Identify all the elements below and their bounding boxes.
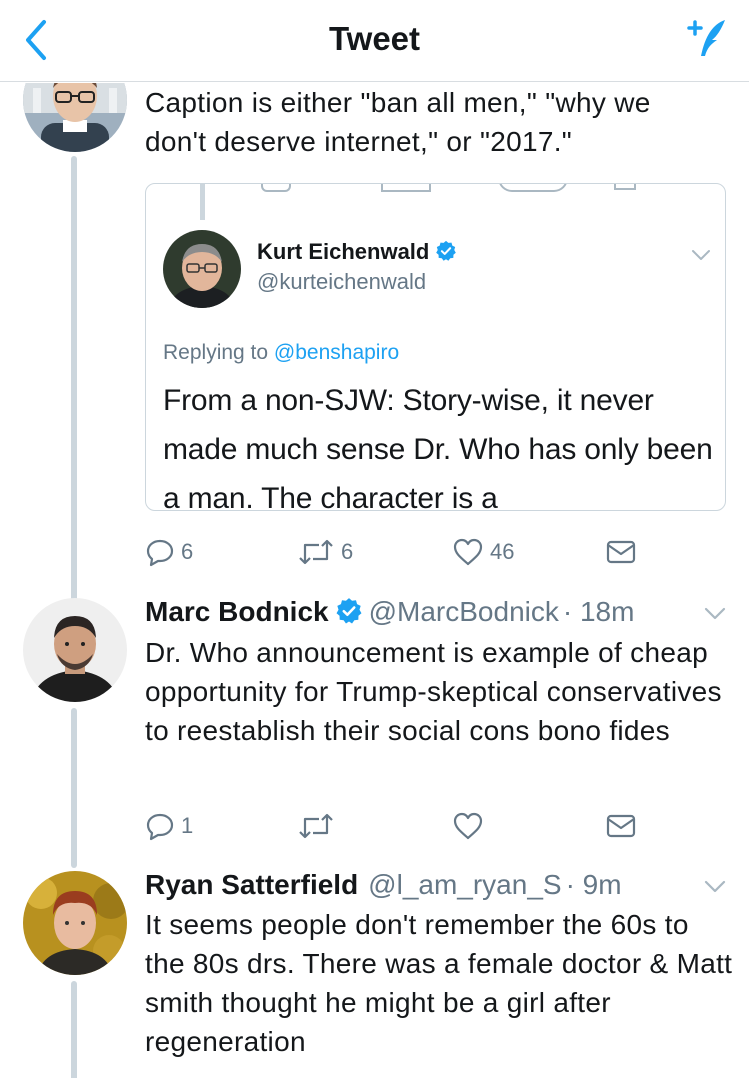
direct-message-button[interactable] [605, 806, 637, 846]
reply-button[interactable]: 6 [145, 532, 193, 572]
chevron-down-icon[interactable] [703, 879, 727, 895]
tweet-timestamp: · 18m [562, 596, 635, 627]
cut-off-action-row [498, 184, 568, 192]
navigation-bar: Tweet [0, 0, 749, 82]
quoted-tweet-card[interactable]: Kurt Eichenwald @kurteichenwald Replying… [145, 183, 726, 511]
tweet-timestamp: · 9m [565, 869, 622, 900]
cut-off-action-row [381, 184, 431, 192]
reply-count: 1 [181, 813, 194, 838]
chevron-down-icon[interactable] [691, 248, 711, 262]
retweet-count: 6 [341, 539, 354, 564]
tweet-text: Dr. Who announcement is example of cheap… [145, 637, 722, 746]
avatar[interactable] [163, 230, 241, 308]
quoted-author-name[interactable]: Kurt Eichenwald [257, 239, 463, 265]
author-name[interactable]: Marc Bodnick [145, 596, 329, 627]
quoted-tweet-text: From a non-SJW: Story-wise, it never mad… [163, 384, 713, 511]
quoted-author-handle[interactable]: @kurteichenwald [257, 269, 426, 295]
like-button[interactable]: 46 [452, 532, 514, 572]
thread-line [71, 708, 77, 868]
author-handle[interactable]: @l_am_ryan_S [368, 869, 561, 900]
retweet-button[interactable] [297, 806, 341, 846]
cut-off-action-row [614, 184, 636, 190]
tweet-text: It seems people don't remember the 60s t… [145, 909, 733, 1057]
direct-message-button[interactable] [605, 532, 637, 572]
envelope-icon [606, 540, 636, 564]
reply-icon [146, 539, 174, 567]
verified-badge-icon [435, 240, 457, 262]
thread-line [71, 156, 77, 671]
conversation-thread: Caption is either "ban all men," "why we… [0, 83, 749, 1078]
retweet-button[interactable]: 6 [297, 532, 353, 572]
author-name[interactable]: Ryan Satterfield [145, 869, 358, 900]
avatar[interactable] [23, 83, 127, 152]
heart-icon [453, 812, 483, 840]
like-button[interactable] [452, 806, 490, 846]
reply-icon [146, 813, 174, 841]
replying-to-line: Replying to @benshapiro [163, 341, 400, 364]
reply-button[interactable]: 1 [145, 806, 193, 846]
like-count: 46 [490, 539, 515, 564]
avatar[interactable] [23, 598, 127, 702]
cut-off-action-row [261, 184, 291, 192]
author-handle[interactable]: @MarcBodnick [369, 596, 559, 627]
tweet-header: Marc Bodnick @MarcBodnick · 18m [145, 592, 634, 632]
reply-count: 6 [181, 539, 194, 564]
tweet-text: Caption is either "ban all men," "why we… [145, 87, 651, 157]
tweet-header: Ryan Satterfield @l_am_ryan_S · 9m [145, 865, 622, 905]
thread-line [71, 981, 77, 1078]
compose-tweet-icon[interactable] [681, 14, 731, 64]
page-title: Tweet [328, 20, 421, 57]
retweet-icon [299, 539, 333, 565]
envelope-icon [606, 814, 636, 838]
thread-line [200, 184, 205, 220]
tweet-actions: 1 [145, 806, 645, 846]
heart-icon [453, 538, 483, 566]
chevron-down-icon[interactable] [703, 606, 727, 622]
verified-badge-icon [335, 596, 363, 624]
avatar[interactable] [23, 871, 127, 975]
tweet-actions: 6 6 46 [145, 532, 645, 572]
retweet-icon [299, 813, 333, 839]
replying-to-link[interactable]: @benshapiro [274, 341, 399, 364]
